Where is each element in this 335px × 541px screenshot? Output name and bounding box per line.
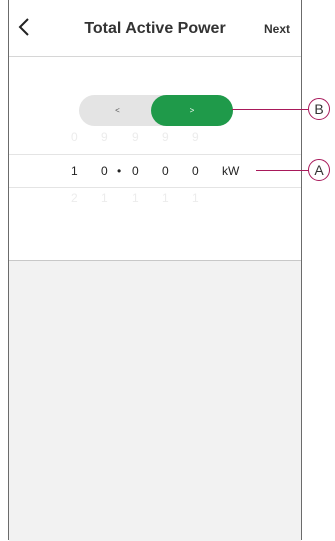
picker-digit: 1 [192, 191, 199, 205]
header-bar: Total Active Power Next [9, 0, 301, 57]
callout-line-a [256, 170, 309, 171]
picker-digit: 2 [71, 191, 78, 205]
increase-button[interactable]: > [151, 95, 233, 126]
picker-selected-row[interactable]: 1 0 • 0 0 0 kW [9, 154, 301, 188]
picker-digit[interactable]: 0 [162, 164, 169, 178]
page-title: Total Active Power [84, 20, 226, 37]
picker-digit[interactable]: 0 [192, 164, 199, 178]
picker-digit: 1 [132, 191, 139, 205]
unit-label: kW [222, 164, 240, 178]
picker-digit: 9 [192, 130, 199, 144]
picker-digit[interactable]: 0 [101, 164, 108, 178]
picker-digit[interactable]: 1 [71, 164, 78, 178]
callout-line-b [232, 109, 308, 110]
picker-digit[interactable]: 0 [132, 164, 139, 178]
increment-toggle[interactable]: < > [79, 95, 233, 126]
picker-digit: 9 [132, 130, 139, 144]
decrease-button[interactable]: < [79, 95, 156, 126]
callout-b: B [308, 98, 330, 120]
picker-digit: 0 [71, 130, 78, 144]
picker-digit: 1 [101, 191, 108, 205]
next-button[interactable]: Next [264, 22, 290, 36]
callout-a: A [308, 159, 330, 181]
decimal-point: • [117, 164, 122, 178]
empty-panel [9, 260, 301, 541]
phone-frame: Total Active Power Next < > 0 9 9 9 9 1 … [8, 0, 302, 541]
picker-digit: 9 [162, 130, 169, 144]
picker-digit: 1 [162, 191, 169, 205]
picker-digit: 9 [101, 130, 108, 144]
